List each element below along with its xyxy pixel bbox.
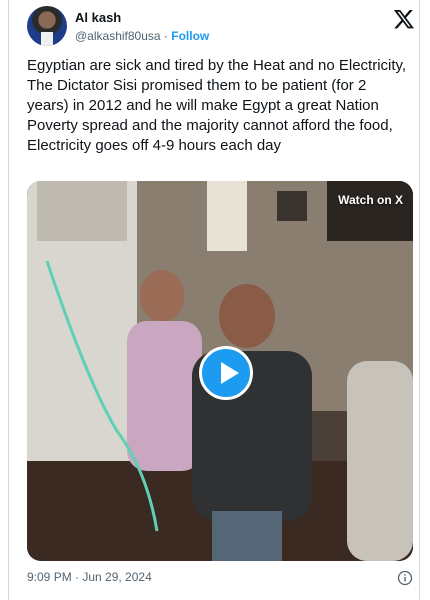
tweet-line: Poverty spread and the majority cannot a… [27, 117, 393, 154]
tweet-card: Al kash @alkashif80usa · Follow Egyptian… [8, 0, 420, 600]
timestamp[interactable]: 9:09 PM · Jun 29, 2024 [27, 570, 152, 584]
author-handle-row: @alkashif80usa · Follow [75, 29, 209, 43]
tweet-footer: 9:09 PM · Jun 29, 2024 [27, 570, 413, 588]
handle-separator: · [163, 29, 168, 43]
x-logo-icon[interactable] [393, 8, 415, 30]
follow-button[interactable]: Follow [171, 29, 209, 43]
video-player[interactable]: Watch on X [27, 181, 413, 561]
play-icon[interactable] [199, 346, 253, 400]
tweet-text: Egyptian are sick and tired by the Heat … [27, 56, 407, 156]
avatar[interactable] [27, 6, 67, 46]
tweet-line: The Dictator Sisi promised them to be pa… [27, 77, 379, 114]
tweet-header: Al kash @alkashif80usa · Follow [27, 6, 419, 46]
watch-on-x-label[interactable]: Watch on X [338, 193, 403, 207]
avatar-collar [41, 32, 53, 46]
author-handle[interactable]: @alkashif80usa [75, 29, 161, 43]
tweet-line: Egyptian are sick and tired by the Heat … [27, 57, 407, 74]
author-name[interactable]: Al kash [75, 10, 121, 25]
info-icon[interactable] [397, 570, 413, 586]
